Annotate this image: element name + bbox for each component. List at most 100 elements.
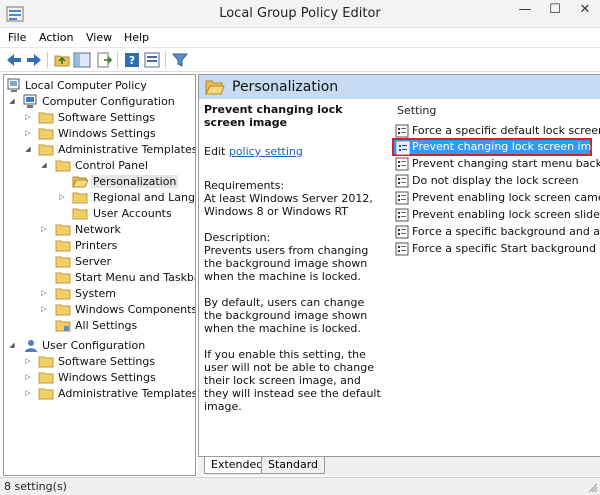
- tree-item-label: Personalization: [91, 175, 179, 188]
- export-list-icon[interactable]: [95, 51, 113, 69]
- edit-policy-setting-link[interactable]: policy setting: [229, 145, 303, 158]
- settings-list-row[interactable]: Prevent enabling lock screen slide show: [395, 207, 600, 223]
- policy-title: Prevent changing lock screen image: [204, 103, 343, 129]
- tree-item-label: System: [75, 287, 117, 300]
- user-config-icon: [25, 340, 37, 352]
- settings-list-row[interactable]: Prevent changing start menu backgrou: [395, 156, 600, 172]
- policy-description-panel: Prevent changing lock screen image Edit …: [204, 103, 384, 426]
- menu-bar: File Action View Help: [0, 28, 600, 48]
- setting-label: Prevent enabling lock screen camera: [412, 191, 600, 204]
- policy-setting-icon: [395, 191, 409, 205]
- menu-file[interactable]: File: [8, 31, 26, 44]
- category-header: Personalization: [199, 75, 600, 99]
- policy-setting-icon: [396, 141, 410, 155]
- menu-action[interactable]: Action: [39, 31, 73, 44]
- properties-icon[interactable]: [143, 51, 161, 69]
- tree-item-label: Windows Components: [75, 303, 196, 316]
- settings-folder-icon: [55, 320, 71, 332]
- tree-item-label: Administrative Templates: [58, 387, 196, 400]
- folder-icon: [55, 256, 71, 268]
- tree-item-label: Server: [75, 255, 112, 268]
- tree-item-label: Windows Settings: [58, 127, 156, 140]
- title-bar: Local Group Policy Editor — ☐ ✕: [0, 0, 600, 28]
- expand-arrow-icon[interactable]: ▷: [24, 389, 32, 398]
- collapse-arrow-icon[interactable]: ◢: [8, 341, 16, 350]
- expand-arrow-icon[interactable]: ▷: [24, 129, 32, 138]
- tree-item-label: Start Menu and Taskbar: [75, 271, 196, 284]
- details-pane: Personalization Prevent changing lock sc…: [198, 74, 600, 455]
- tree-item-label: Network: [75, 223, 121, 236]
- edit-line: Edit policy setting: [204, 145, 384, 158]
- policy-setting-icon: [395, 174, 409, 188]
- folder-icon: [38, 372, 54, 384]
- folder-icon: [55, 272, 71, 284]
- expand-arrow-icon[interactable]: ▷: [40, 289, 48, 298]
- setting-label: Prevent enabling lock screen slide show: [412, 208, 600, 221]
- settings-list-row[interactable]: Force a specific background and accen: [395, 224, 600, 240]
- settings-list-row-selected[interactable]: Prevent changing lock screen image: [392, 138, 600, 156]
- folder-icon: [55, 288, 71, 300]
- settings-count: 8 setting(s): [4, 480, 67, 493]
- expand-arrow-icon[interactable]: ▷: [40, 225, 48, 234]
- toolbar: ?: [0, 48, 600, 72]
- folder-icon: [38, 144, 54, 156]
- category-title: Personalization: [232, 79, 339, 95]
- requirements-text: Requirements: At least Windows Server 20…: [204, 179, 373, 218]
- maximize-button[interactable]: ☐: [540, 0, 570, 22]
- folder-icon: [38, 356, 54, 368]
- expand-arrow-icon[interactable]: ▷: [24, 373, 32, 382]
- tree-item-label: User Accounts: [93, 207, 172, 220]
- folder-icon: [72, 208, 88, 220]
- toolbar-separator: [47, 52, 48, 68]
- folder-icon: [55, 160, 71, 172]
- minimize-button[interactable]: —: [510, 0, 540, 22]
- expand-arrow-icon[interactable]: ▷: [24, 357, 32, 366]
- forward-arrow-icon[interactable]: [25, 51, 43, 69]
- description-text: Description: Prevents users from changin…: [204, 231, 369, 283]
- help-icon[interactable]: ?: [123, 51, 141, 69]
- tab-standard[interactable]: Standard: [261, 457, 326, 474]
- enable-behavior-text: If you enable this setting, the user wil…: [204, 348, 381, 413]
- default-behavior-text: By default, users can change the backgro…: [204, 296, 368, 335]
- computer-config-icon: [23, 94, 37, 108]
- settings-list-row[interactable]: Force a specific Start background: [395, 241, 600, 257]
- folder-icon: [55, 240, 71, 252]
- tree-item-label: Computer Configuration: [42, 95, 175, 108]
- expand-arrow-icon[interactable]: ▷: [24, 113, 32, 122]
- policy-setting-icon: [395, 225, 409, 239]
- column-header-setting[interactable]: Setting: [397, 104, 436, 117]
- filter-icon[interactable]: [171, 51, 189, 69]
- menu-view[interactable]: View: [86, 31, 112, 44]
- menu-help[interactable]: Help: [124, 31, 149, 44]
- expand-arrow-icon[interactable]: ▷: [58, 193, 66, 202]
- expand-arrow-icon[interactable]: ▷: [40, 305, 48, 314]
- setting-label: Prevent changing start menu backgrou: [412, 157, 600, 170]
- tree-item-label: Windows Settings: [58, 371, 156, 384]
- tree-item-label: All Settings: [75, 319, 138, 332]
- collapse-arrow-icon[interactable]: ◢: [8, 97, 16, 106]
- show-hide-tree-icon[interactable]: [73, 51, 91, 69]
- toolbar-separator: [117, 52, 118, 68]
- setting-label: Force a specific Start background: [412, 242, 596, 255]
- resize-grip-icon[interactable]: [588, 483, 598, 493]
- back-arrow-icon[interactable]: [5, 51, 23, 69]
- tree-item-label: User Configuration: [42, 339, 146, 352]
- up-folder-icon[interactable]: [53, 51, 71, 69]
- settings-list-row[interactable]: Prevent enabling lock screen camera: [395, 190, 600, 206]
- tree-item-label: Administrative Templates: [58, 143, 196, 156]
- policy-setting-icon: [395, 157, 409, 171]
- view-tabs: Extended Standard: [198, 456, 600, 476]
- tree-item-label: Printers: [75, 239, 118, 252]
- tree-item-label: Local Computer Policy: [25, 79, 147, 92]
- policy-setting-icon: [395, 124, 409, 138]
- close-button[interactable]: ✕: [570, 0, 600, 22]
- collapse-arrow-icon[interactable]: ◢: [40, 161, 48, 170]
- folder-icon: [72, 192, 88, 204]
- settings-list-row[interactable]: Force a specific default lock screen ima: [395, 123, 600, 139]
- tree-item-label: Software Settings: [58, 355, 156, 368]
- tree-item-label: Control Panel: [75, 159, 148, 172]
- settings-list-row[interactable]: Do not display the lock screen: [395, 173, 600, 189]
- policy-setting-icon: [395, 208, 409, 222]
- collapse-arrow-icon[interactable]: ◢: [24, 145, 32, 154]
- setting-label: Do not display the lock screen: [412, 174, 579, 187]
